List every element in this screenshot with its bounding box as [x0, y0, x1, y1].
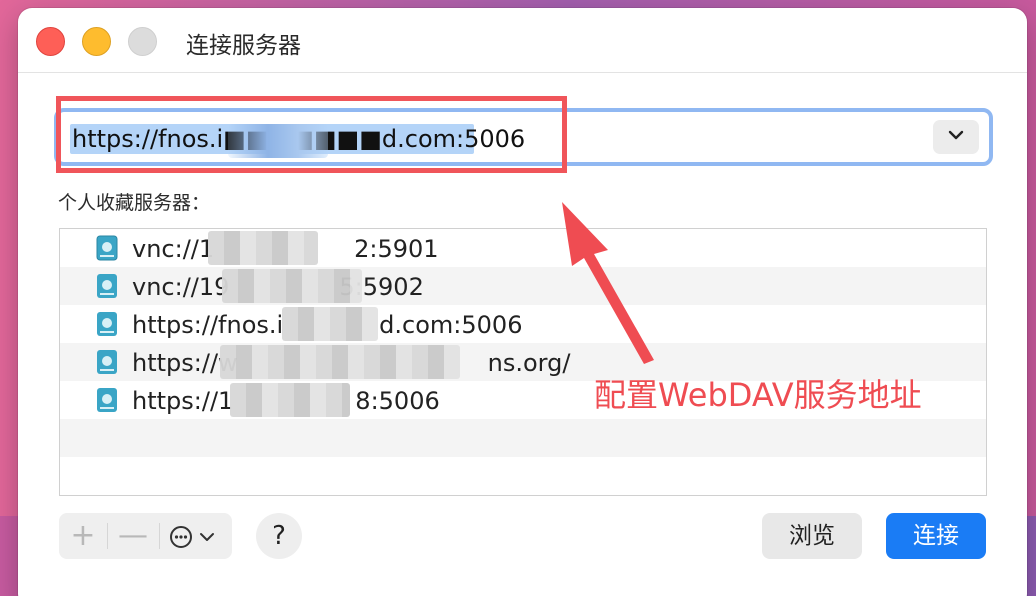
toolbar-divider	[159, 523, 160, 549]
server-icon	[97, 274, 117, 298]
toolbar-divider	[107, 523, 108, 549]
annotation-text: 配置WebDAV服务地址	[594, 376, 922, 414]
remove-favorite-button[interactable]: —	[111, 513, 155, 559]
server-icon	[97, 350, 117, 374]
connect-to-server-window: 连接服务器 https://fnos.i■■■■■■■d.com:5006 个人…	[18, 8, 1027, 596]
redacted-address-segment	[220, 345, 460, 379]
list-item[interactable]: vnc://19 5:5902	[60, 267, 986, 305]
window-title: 连接服务器	[186, 33, 301, 59]
zoom-window-button[interactable]	[128, 27, 157, 56]
more-actions-button[interactable]	[163, 513, 229, 559]
server-icon	[97, 312, 117, 336]
browse-button[interactable]: 浏览	[762, 513, 862, 559]
favorite-servers-label: 个人收藏服务器：	[58, 192, 211, 214]
ellipsis-circle-icon	[170, 526, 214, 548]
redacted-address-segment	[230, 383, 350, 417]
favorite-servers-list: vnc://1 2:5901 vnc://19 5:5902 https://fno…	[59, 228, 987, 496]
favorites-toolbar: + —	[59, 513, 232, 559]
minimize-window-button[interactable]	[82, 27, 111, 56]
close-window-button[interactable]	[36, 27, 65, 56]
title-bar: 连接服务器	[18, 8, 1027, 73]
empty-list-row	[60, 419, 986, 457]
server-icon	[97, 388, 117, 412]
annotation-arrow-icon	[562, 202, 654, 364]
connect-button[interactable]: 连接	[886, 513, 986, 559]
help-button[interactable]: ?	[256, 513, 302, 559]
server-icon	[96, 235, 118, 261]
redacted-address-segment	[208, 231, 318, 265]
redacted-address-segment	[282, 307, 378, 341]
redacted-address-segment	[222, 269, 362, 303]
list-item[interactable]: https://fnos.i d.com:5006	[60, 305, 986, 343]
add-favorite-button[interactable]: +	[63, 513, 103, 559]
chevron-down-icon	[948, 130, 964, 140]
annotation-highlight-box	[56, 96, 567, 173]
list-item[interactable]: vnc://1 2:5901	[60, 229, 986, 267]
recent-servers-dropdown-button[interactable]	[933, 120, 979, 154]
